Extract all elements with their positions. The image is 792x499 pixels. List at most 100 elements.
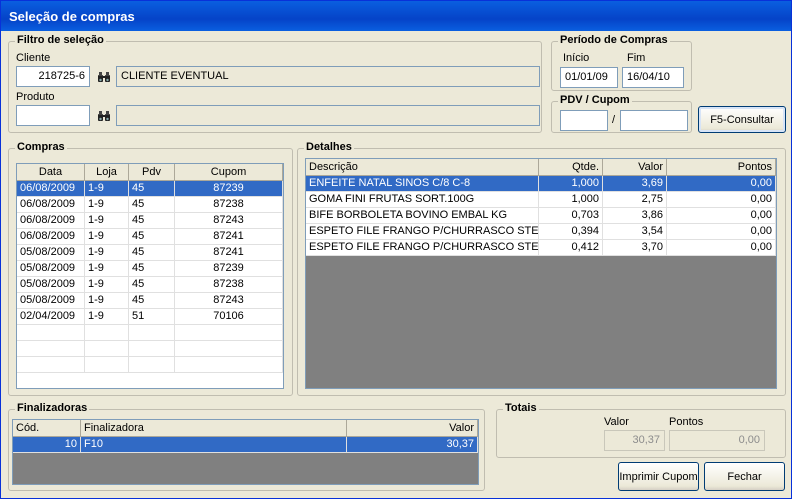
cell-cupom: 87238 <box>175 197 283 212</box>
cell-fin-valor: 30,37 <box>347 437 478 452</box>
cell-pdv: 45 <box>129 181 175 196</box>
cell-cupom: 87238 <box>175 277 283 292</box>
table-row[interactable]: 10 F10 30,37 <box>13 437 478 453</box>
cell-data: 05/08/2009 <box>17 261 85 276</box>
col-valor[interactable]: Valor <box>603 159 667 175</box>
table-row[interactable]: 05/08/2009 1-9 45 87241 <box>17 245 283 261</box>
cliente-code-input[interactable]: 218725-6 <box>16 66 90 87</box>
col-descricao[interactable]: Descrição <box>306 159 539 175</box>
cell-cod: 10 <box>13 437 81 452</box>
cell-descricao: GOMA FINI FRUTAS SORT.100G <box>306 192 539 207</box>
table-row[interactable]: 06/08/2009 1-9 45 87238 <box>17 197 283 213</box>
col-cupom[interactable]: Cupom <box>175 164 283 180</box>
cell-loja: 1-9 <box>85 181 129 196</box>
cell-descricao: BIFE BORBOLETA BOVINO EMBAL KG <box>306 208 539 223</box>
detalhes-legend: Detalhes <box>304 141 354 153</box>
col-loja[interactable]: Loja <box>85 164 129 180</box>
finalizadoras-header: Cód. Finalizadora Valor <box>13 420 478 437</box>
cell-data: 06/08/2009 <box>17 197 85 212</box>
fechar-button[interactable]: Fechar <box>704 462 785 491</box>
binoculars-icon <box>97 71 110 82</box>
cell-pdv: 45 <box>129 213 175 228</box>
cell-loja: 1-9 <box>85 213 129 228</box>
col-data[interactable]: Data <box>17 164 85 180</box>
cell-data: 06/08/2009 <box>17 213 85 228</box>
table-row[interactable]: ENFEITE NATAL SINOS C/8 C-8 1,000 3,69 0,00 <box>306 176 776 192</box>
binoculars-icon <box>97 110 110 121</box>
totais-legend: Totais <box>503 402 539 414</box>
imprimir-cupom-button[interactable]: Imprimir Cupom <box>618 462 699 491</box>
cell-data: 02/04/2009 <box>17 309 85 324</box>
table-row[interactable]: 06/08/2009 1-9 45 87239 <box>17 181 283 197</box>
table-row[interactable]: 05/08/2009 1-9 45 87243 <box>17 293 283 309</box>
filter-legend: Filtro de seleção <box>15 34 106 46</box>
cell-loja: 1-9 <box>85 293 129 308</box>
detalhes-header: Descrição Qtde. Valor Pontos <box>306 159 776 176</box>
compras-grid[interactable]: Data Loja Pdv Cupom 06/08/2009 1-9 45 87239… <box>16 163 284 389</box>
period-legend: Período de Compras <box>558 34 670 46</box>
col-pdv[interactable]: Pdv <box>129 164 175 180</box>
cell-cupom: 87241 <box>175 229 283 244</box>
cell-pontos: 0,00 <box>667 224 776 239</box>
produto-name-field <box>116 105 540 126</box>
col-pontos[interactable]: Pontos <box>667 159 776 175</box>
table-row[interactable]: ESPETO FILE FRANGO P/CHURRASCO STEF 0,412… <box>306 240 776 256</box>
cell-pdv: 45 <box>129 277 175 292</box>
cell-loja: 1-9 <box>85 277 129 292</box>
cell-loja: 1-9 <box>85 261 129 276</box>
cell-pontos: 0,00 <box>667 240 776 255</box>
col-fin-valor[interactable]: Valor <box>347 420 478 436</box>
cell-loja: 1-9 <box>85 197 129 212</box>
table-row[interactable]: 05/08/2009 1-9 45 87239 <box>17 261 283 277</box>
table-row[interactable]: ESPETO FILE FRANGO P/CHURRASCO STEF 0,394… <box>306 224 776 240</box>
col-cod[interactable]: Cód. <box>13 420 81 436</box>
cell-valor: 3,70 <box>603 240 667 255</box>
cell-pdv: 45 <box>129 261 175 276</box>
table-row[interactable]: 06/08/2009 1-9 45 87243 <box>17 213 283 229</box>
cupom-input[interactable] <box>620 110 688 131</box>
cell-pdv: 45 <box>129 229 175 244</box>
empty-row <box>17 341 283 357</box>
fim-date-input[interactable]: 16/04/10 <box>622 67 684 88</box>
totais-pontos-label: Pontos <box>669 416 704 428</box>
cell-loja: 1-9 <box>85 229 129 244</box>
finalizadoras-rows: 10 F10 30,37 <box>13 437 478 453</box>
cell-valor: 3,54 <box>603 224 667 239</box>
table-row[interactable]: GOMA FINI FRUTAS SORT.100G 1,000 2,75 0,00 <box>306 192 776 208</box>
cliente-search-button[interactable] <box>93 66 114 87</box>
cell-qtde: 1,000 <box>539 176 603 191</box>
fim-label: Fim <box>627 52 646 64</box>
table-row[interactable]: 06/08/2009 1-9 45 87241 <box>17 229 283 245</box>
cell-pdv: 45 <box>129 197 175 212</box>
cell-qtde: 1,000 <box>539 192 603 207</box>
pdv-input[interactable] <box>560 110 608 131</box>
produto-code-input[interactable] <box>16 105 90 126</box>
consultar-button[interactable]: F5-Consultar <box>698 106 786 133</box>
inicio-date-input[interactable]: 01/01/09 <box>560 67 618 88</box>
cell-data: 06/08/2009 <box>17 181 85 196</box>
cell-qtde: 0,394 <box>539 224 603 239</box>
table-row[interactable]: 05/08/2009 1-9 45 87238 <box>17 277 283 293</box>
cell-cupom: 87243 <box>175 213 283 228</box>
cell-data: 05/08/2009 <box>17 293 85 308</box>
cell-descricao: ESPETO FILE FRANGO P/CHURRASCO STEF <box>306 224 539 239</box>
table-row[interactable]: 02/04/2009 1-9 51 70106 <box>17 309 283 325</box>
col-finalizadora[interactable]: Finalizadora <box>81 420 347 436</box>
cell-qtde: 0,703 <box>539 208 603 223</box>
empty-row <box>17 357 283 373</box>
empty-row <box>17 325 283 341</box>
cell-cupom: 87243 <box>175 293 283 308</box>
cell-valor: 3,86 <box>603 208 667 223</box>
finalizadoras-grid[interactable]: Cód. Finalizadora Valor 10 F10 30,37 <box>12 419 479 485</box>
table-row[interactable]: BIFE BORBOLETA BOVINO EMBAL KG 0,703 3,86 0… <box>306 208 776 224</box>
col-qtde[interactable]: Qtde. <box>539 159 603 175</box>
cell-loja: 1-9 <box>85 309 129 324</box>
cell-descricao: ESPETO FILE FRANGO P/CHURRASCO STEF <box>306 240 539 255</box>
window: Seleção de compras Filtro de seleção Cli… <box>0 0 792 499</box>
produto-search-button[interactable] <box>93 105 114 126</box>
detalhes-grid[interactable]: Descrição Qtde. Valor Pontos ENFEITE NAT… <box>305 158 777 389</box>
cell-pontos: 0,00 <box>667 192 776 207</box>
inicio-label: Início <box>563 52 590 64</box>
compras-header: Data Loja Pdv Cupom <box>17 164 283 181</box>
cell-cupom: 70106 <box>175 309 283 324</box>
